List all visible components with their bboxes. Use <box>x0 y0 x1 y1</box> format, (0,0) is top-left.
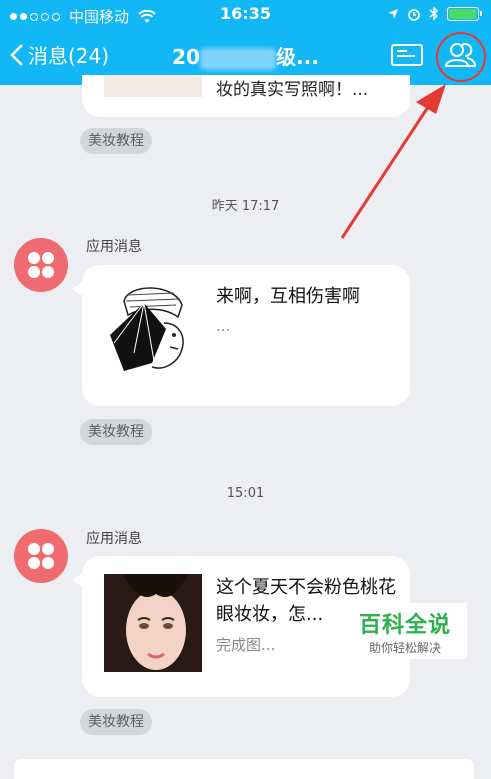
message-subtitle: 完成图... <box>216 636 276 654</box>
location-icon <box>388 8 398 19</box>
bottom-panel <box>14 759 474 779</box>
top-bar: 中国移动 16:35 消息(24) 20 级... <box>0 0 491 85</box>
watermark-logo: 百科全说 助你轻松解决 <box>343 603 467 659</box>
message-bubble[interactable]: 妆的真实写照啊！... <box>82 75 410 117</box>
category-tag[interactable]: 美妆教程 <box>80 128 152 154</box>
message-subtitle: ... <box>216 317 231 335</box>
message-thumbnail <box>104 574 202 672</box>
alarm-icon <box>408 8 420 21</box>
title-prefix: 20 <box>172 45 201 69</box>
category-tag[interactable]: 美妆教程 <box>80 709 152 735</box>
title-redaction <box>200 47 277 70</box>
bluetooth-icon <box>429 6 439 21</box>
status-icons <box>387 6 482 21</box>
app-avatar[interactable] <box>14 529 68 583</box>
portrait-image <box>104 574 202 672</box>
sender-name: 应用消息 <box>86 531 142 547</box>
sender-name: 应用消息 <box>86 239 142 255</box>
app-avatar[interactable] <box>14 238 68 292</box>
message-title: 来啊，互相伤害啊 <box>216 286 360 307</box>
chat-area[interactable]: 妆的真实写照啊！... 美妆教程 昨天 17:17 应用消息 来啊，互相伤害啊 … <box>0 75 491 779</box>
timestamp: 15:01 <box>226 486 265 501</box>
watermark-title: 百科全说 <box>358 613 451 638</box>
message-bubble[interactable]: 来啊，互相伤害啊 ... <box>72 265 410 406</box>
message-thumbnail <box>104 283 202 381</box>
people-icon <box>444 43 477 67</box>
status-bar: 中国移动 16:35 <box>0 0 491 28</box>
id-card-icon[interactable] <box>391 44 423 66</box>
category-tag[interactable]: 美妆教程 <box>80 419 152 445</box>
title-suffix: 级... <box>276 45 319 69</box>
timestamp: 昨天 17:17 <box>211 199 280 214</box>
sketch-image <box>104 283 202 381</box>
watermark-subtitle: 助你轻松解决 <box>368 641 441 655</box>
message-thumbnail <box>104 75 202 97</box>
message-text: 妆的真实写照啊！... <box>216 80 369 100</box>
battery-icon <box>447 6 482 21</box>
group-profile-button[interactable] <box>436 32 486 82</box>
